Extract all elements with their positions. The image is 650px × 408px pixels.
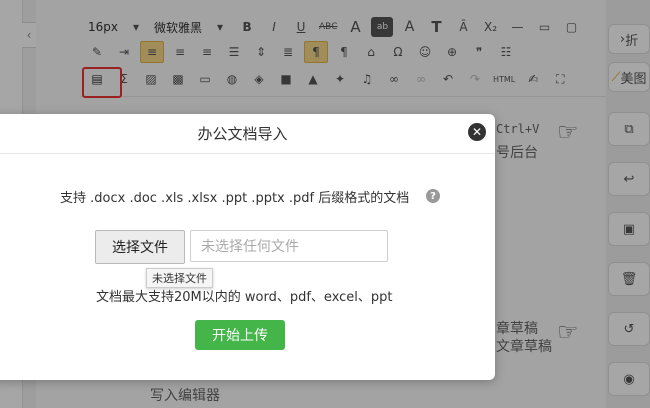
office-import-dialog: 办公文档导入 ✕ 支持 .docx .doc .xls .xlsx .ppt .…: [0, 114, 495, 380]
size-limit-text: 文档最大支持20M以内的 word、pdf、excel、ppt: [96, 290, 393, 305]
file-name-input[interactable]: 未选择任何文件: [190, 230, 388, 262]
close-icon[interactable]: ✕: [468, 123, 486, 141]
choose-file-button[interactable]: 选择文件: [95, 230, 185, 264]
file-tooltip: 未选择文件: [146, 268, 213, 288]
supported-formats-text: 支持 .docx .doc .xls .xlsx .ppt .pptx .pdf…: [60, 191, 410, 206]
start-upload-button[interactable]: 开始上传: [195, 320, 285, 350]
help-icon[interactable]: ?: [426, 189, 440, 203]
dialog-title: 办公文档导入: [197, 125, 288, 143]
dialog-divider: [0, 153, 495, 154]
